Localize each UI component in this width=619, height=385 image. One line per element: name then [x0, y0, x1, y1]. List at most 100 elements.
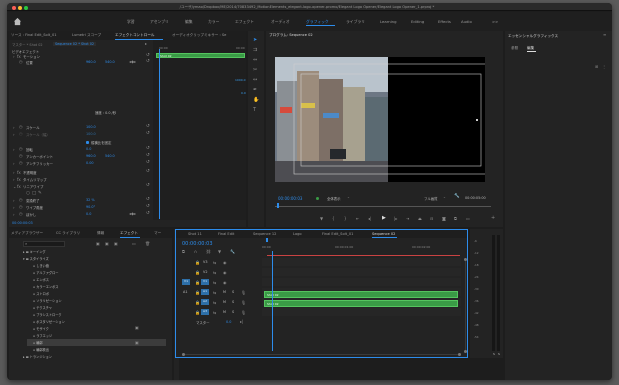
sync-lock-icon[interactable]: ⇆	[213, 280, 216, 285]
expand-icon[interactable]: ›	[13, 177, 15, 182]
tree-folder-stylize[interactable]: ▾ ▬ スタイライズ	[23, 256, 49, 261]
stopwatch-icon[interactable]: ◷	[19, 59, 23, 64]
chevron-down-icon[interactable]: ⌄	[443, 195, 446, 200]
timeline-tab[interactable]: Logo	[293, 232, 302, 236]
sequence-clip-label[interactable]: Sequence 02 * Shot 02	[53, 42, 97, 46]
track-target-a3[interactable]: A3	[201, 309, 209, 315]
add-marker-icon[interactable]: ▼	[218, 249, 221, 254]
tab-cc-libraries[interactable]: CC ライブラリ	[56, 231, 80, 236]
minimize-window-button[interactable]	[18, 5, 22, 10]
accelerated-effects-icon[interactable]: ▣	[96, 241, 100, 246]
tab-info[interactable]: 情報	[97, 231, 104, 236]
reset-icon[interactable]: ↺	[146, 160, 150, 165]
effect-row-scale-width[interactable]: › ◷ スケール（幅） 100.0 ↺	[9, 131, 153, 138]
tree-item[interactable]: ▫ ラフエッジ	[33, 333, 52, 338]
timeline-timecode[interactable]: 00:00:00:03	[182, 241, 213, 247]
tree-item[interactable]: ▫ モザイク	[33, 326, 49, 331]
stopwatch-icon[interactable]: ◷	[19, 211, 23, 216]
close-window-button[interactable]	[12, 5, 16, 10]
tab-source[interactable]: ソース : Final Edit_Solt_01	[11, 33, 57, 38]
tab-effects[interactable]: エフェクト	[120, 231, 138, 236]
pen-mask-icon[interactable]: ✎	[38, 191, 42, 196]
anchor-x-value[interactable]: 960.0	[86, 154, 96, 158]
solo-button[interactable]: S	[232, 290, 234, 294]
mark-out-icon[interactable]: }	[344, 216, 347, 221]
timeline-tab-active[interactable]: Sequence 02	[372, 232, 395, 236]
track-lane-a3[interactable]	[262, 308, 461, 316]
expand-icon[interactable]: ›	[13, 170, 15, 175]
timeline-horizontal-scrollbar[interactable]	[182, 353, 461, 356]
reset-icon[interactable]: ↺	[146, 197, 150, 202]
workspace-color[interactable]: カラー	[208, 19, 219, 25]
track-select-tool-icon[interactable]: ⇉	[253, 48, 257, 53]
position-x-value[interactable]: 960.0	[86, 60, 96, 64]
expand-icon[interactable]: ›	[13, 198, 15, 203]
hand-tool-icon[interactable]: ✋	[253, 98, 259, 103]
reset-icon[interactable]: ↺	[146, 169, 150, 174]
tree-item-selected[interactable]: ▫ 輪郭 ▣	[27, 339, 166, 346]
effect-row-opacity[interactable]: › fx 不透明度 ↺	[9, 169, 153, 176]
effect-row-anchor[interactable]: ◷ アンカーポイント 960.0 540.0 ↺	[9, 153, 153, 160]
reset-icon[interactable]: ↺	[146, 204, 150, 209]
play-icon[interactable]: ▶	[382, 216, 386, 221]
mini-clip-bar[interactable]: Shot 02	[156, 53, 245, 58]
tree-item[interactable]: ▫ ストロボ	[33, 291, 49, 296]
sync-lock-icon[interactable]: ⇆	[213, 290, 216, 295]
panel-menu-icon[interactable]: ≡	[603, 32, 606, 37]
rectangle-mask-icon[interactable]: □	[32, 191, 36, 196]
yuv-effects-icon[interactable]: ▣	[114, 241, 118, 246]
track-lane-v1[interactable]	[262, 278, 461, 286]
timeline-tab[interactable]: Final Edit_Solt_01	[322, 232, 353, 236]
wipe-angle-value[interactable]: 90.0°	[86, 205, 95, 209]
linked-selection-icon[interactable]: ⛓	[206, 249, 211, 254]
program-monitor-tab[interactable]: プログラム: Sequence 02	[269, 33, 313, 38]
effect-row-position[interactable]: ◷ 位置 960.0 540.0 ◂◆▸ ↺	[9, 59, 153, 66]
workspace-audio-en[interactable]: Audio	[461, 19, 472, 24]
uniform-scale-checkbox[interactable]	[86, 141, 89, 144]
stopwatch-icon[interactable]: ◷	[19, 160, 23, 165]
eye-icon[interactable]: ◉	[223, 270, 227, 275]
layer-options-icon[interactable]: ⋮	[602, 64, 606, 69]
comparison-view-icon[interactable]: ⧉	[454, 216, 457, 221]
timeline-settings-icon[interactable]: 🔧	[230, 249, 235, 254]
reset-icon[interactable]: ↺	[146, 211, 150, 216]
tree-item[interactable]: ▫ 輪郭検出	[33, 347, 49, 352]
mute-button[interactable]: M	[223, 290, 226, 294]
reset-icon[interactable]: ↺	[146, 59, 150, 64]
timeline-clip[interactable]: Shot 02	[264, 300, 458, 307]
ripple-edit-tool-icon[interactable]: ⇔	[253, 58, 257, 63]
lift-icon[interactable]: ⏏	[418, 216, 422, 221]
effect-row-rotation[interactable]: › ◷ 回転 0.0 ↺	[9, 146, 153, 153]
new-bin-icon[interactable]: ▭	[132, 241, 136, 246]
go-to-out-icon[interactable]: ⇥	[406, 216, 409, 221]
tree-item[interactable]: ▫ ブラシストローク	[33, 312, 62, 317]
stopwatch-icon[interactable]: ◷	[19, 153, 23, 158]
sync-lock-icon[interactable]: ⇆	[213, 310, 216, 315]
scroll-handle-right[interactable]	[458, 353, 461, 356]
collapse-icon[interactable]: ⌄	[13, 184, 16, 189]
expand-icon[interactable]: ›	[13, 205, 15, 210]
track-target-a1[interactable]: A1	[201, 289, 209, 295]
stopwatch-icon[interactable]: ◷	[19, 146, 23, 151]
lock-icon[interactable]: 🔒	[195, 270, 200, 275]
step-back-icon[interactable]: ◂|	[368, 216, 371, 221]
tree-folder-transition[interactable]: ▸ ▬ トランジション	[23, 354, 52, 359]
workspace-edit[interactable]: 編集	[185, 19, 193, 25]
stopwatch-icon[interactable]: ◷	[19, 131, 23, 136]
solo-button[interactable]: S	[232, 300, 234, 304]
go-to-end-icon[interactable]: ▸|	[240, 319, 243, 324]
reset-icon[interactable]: ↺	[146, 53, 150, 58]
keyframe-nav-icon[interactable]: ◂◆▸	[129, 59, 136, 64]
reset-icon[interactable]: ↺	[146, 124, 150, 129]
workspace-learning[interactable]: Learning	[380, 19, 396, 24]
track-target-v1[interactable]: V1	[201, 279, 209, 285]
expand-icon[interactable]: ›	[13, 212, 15, 217]
track-lane-v3[interactable]	[262, 258, 461, 266]
rotation-value[interactable]: 0.0	[86, 147, 91, 151]
track-target-a2[interactable]: A2	[201, 299, 209, 305]
expand-icon[interactable]: ›	[13, 125, 15, 130]
master-volume-value[interactable]: 0.0	[226, 320, 231, 324]
lock-icon[interactable]: 🔒	[195, 300, 200, 305]
timeline-vertical-scrollbar[interactable]	[464, 258, 467, 353]
program-video-frame[interactable]	[275, 57, 490, 182]
